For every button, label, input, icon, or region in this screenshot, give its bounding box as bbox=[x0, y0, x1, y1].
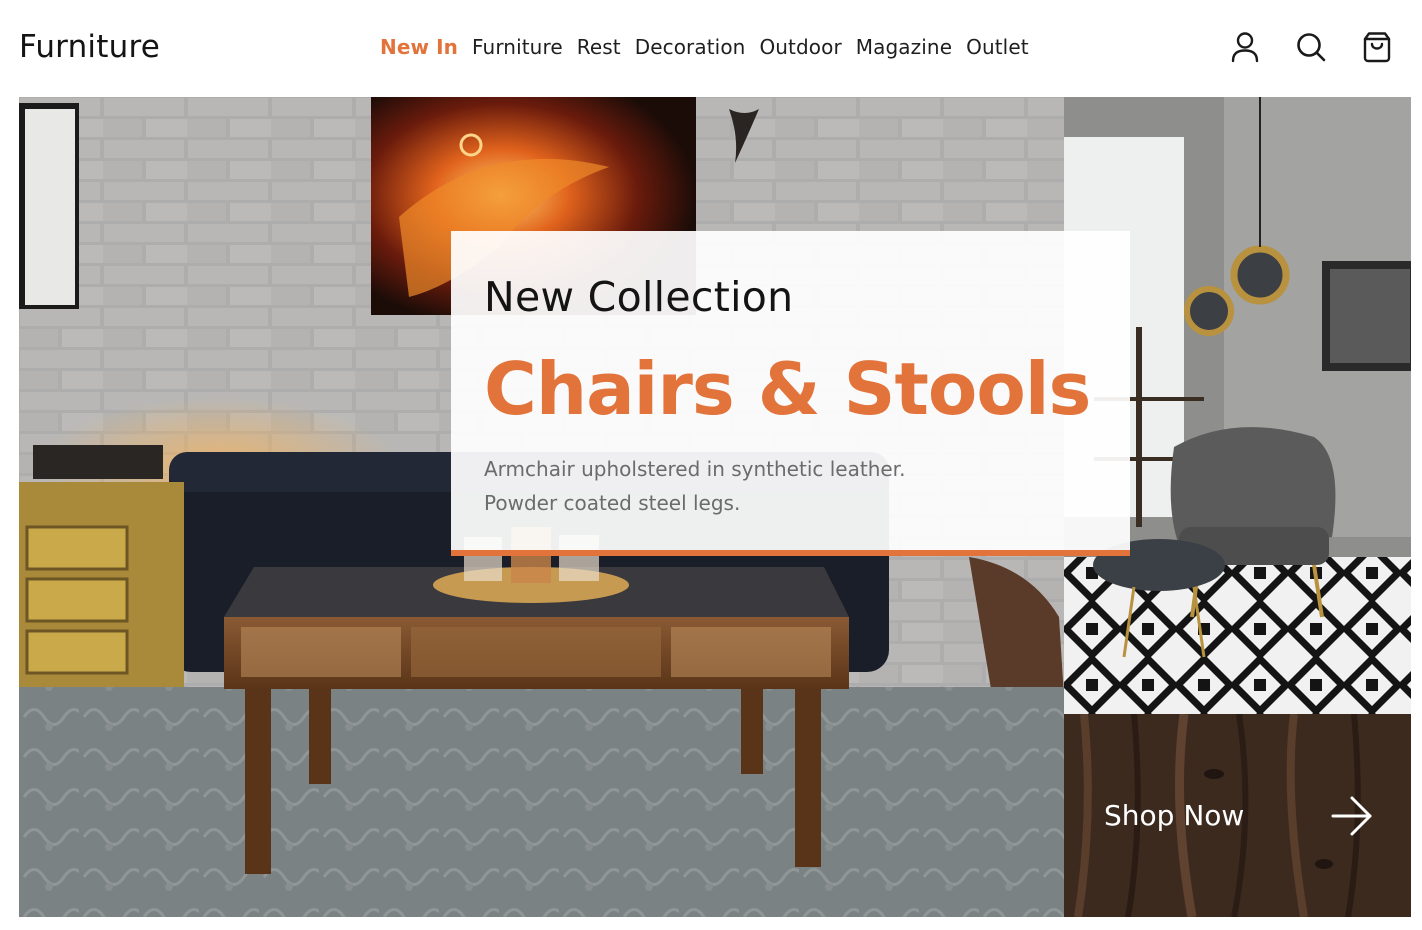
shop-now-label: Shop Now bbox=[1104, 799, 1245, 832]
nav-item-outlet[interactable]: Outlet bbox=[966, 33, 1029, 61]
cart-button[interactable] bbox=[1360, 30, 1394, 64]
promo-description-line1: Armchair upholstered in synthetic leathe… bbox=[484, 457, 906, 481]
nav-item-rest[interactable]: Rest bbox=[577, 33, 621, 61]
promo-description: Armchair upholstered in synthetic leathe… bbox=[484, 452, 1044, 520]
nav-item-furniture[interactable]: Furniture bbox=[472, 33, 563, 61]
nav-item-decoration[interactable]: Decoration bbox=[635, 33, 746, 61]
shopping-bag-icon bbox=[1363, 32, 1391, 63]
arrow-right-icon bbox=[1331, 796, 1372, 836]
main-nav: New In Furniture Rest Decoration Outdoor… bbox=[380, 33, 1043, 61]
site-logo[interactable]: Furniture bbox=[19, 27, 160, 67]
hero-banner: New Collection Chairs & Stools Armchair … bbox=[19, 97, 1411, 917]
nav-item-new-in[interactable]: New In bbox=[380, 33, 458, 61]
nav-item-magazine[interactable]: Magazine bbox=[856, 33, 952, 61]
promo-description-line2: Powder coated steel legs. bbox=[484, 491, 741, 515]
nav-item-outdoor[interactable]: Outdoor bbox=[759, 33, 841, 61]
user-icon bbox=[1231, 32, 1259, 63]
site-header: Furniture New In Furniture Rest Decorati… bbox=[0, 0, 1422, 96]
promo-eyebrow: New Collection bbox=[484, 273, 794, 321]
search-icon bbox=[1297, 33, 1326, 62]
promo-title: Chairs & Stools bbox=[484, 347, 1091, 431]
shop-now-button[interactable]: Shop Now bbox=[1064, 714, 1411, 917]
header-actions bbox=[1228, 30, 1394, 64]
account-button[interactable] bbox=[1228, 30, 1262, 64]
search-button[interactable] bbox=[1294, 30, 1328, 64]
promo-accent-bar bbox=[451, 550, 1130, 556]
promo-card: New Collection Chairs & Stools Armchair … bbox=[451, 231, 1130, 556]
